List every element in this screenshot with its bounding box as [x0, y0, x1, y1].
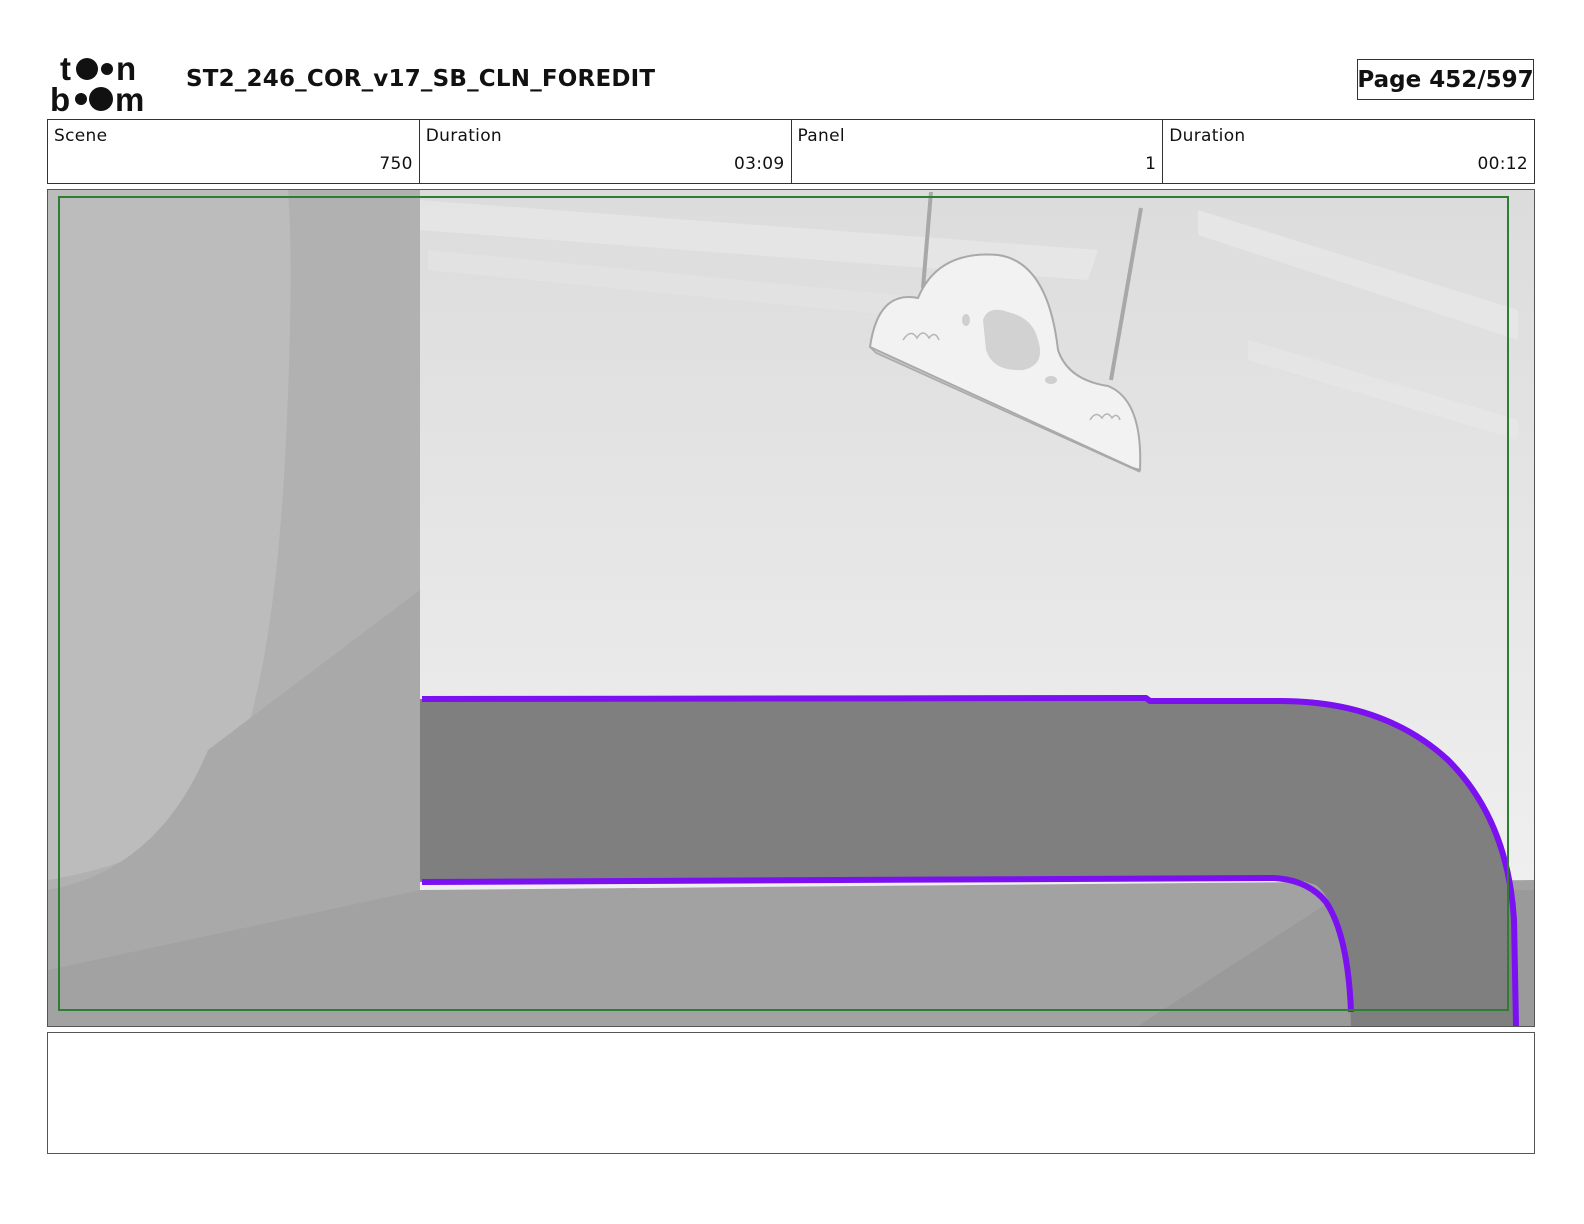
scene-label: Scene — [54, 126, 108, 146]
scene-duration-cell: Duration 03:09 — [420, 120, 792, 183]
scene-duration-label: Duration — [425, 126, 502, 146]
toon-boom-logo: t n b m — [50, 50, 144, 114]
panel-cell: Panel 1 — [792, 120, 1164, 183]
svg-text:b: b — [50, 81, 70, 114]
panel-duration-cell: Duration 00:12 — [1163, 120, 1534, 183]
panel-duration-value: 00:12 — [1477, 154, 1528, 174]
scene-cell: Scene 750 — [48, 120, 420, 183]
document-title: ST2_246_COR_v17_SB_CLN_FOREDIT — [186, 66, 656, 92]
panel-duration-label: Duration — [1169, 126, 1246, 146]
scene-info-bar: Scene 750 Duration 03:09 Panel 1 Duratio… — [47, 119, 1535, 184]
storyboard-panel — [47, 189, 1535, 1027]
panel-label: Panel — [797, 126, 845, 146]
left-wall — [48, 190, 420, 1026]
scene-value: 750 — [379, 154, 413, 174]
panel-notes-box — [47, 1032, 1535, 1154]
panel-value: 1 — [1145, 154, 1157, 174]
page-number: Page 452/597 — [1357, 59, 1534, 100]
panel-artwork — [48, 190, 1534, 1026]
svg-text:m: m — [115, 81, 144, 114]
scene-duration-value: 03:09 — [734, 154, 785, 174]
